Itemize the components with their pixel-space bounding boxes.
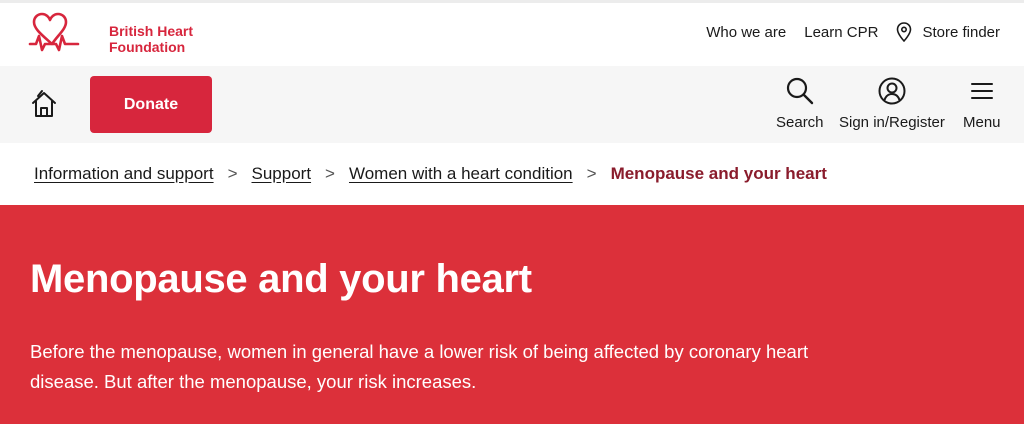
hero-banner: Menopause and your heart Before the meno… [0, 205, 1024, 424]
store-finder-label: Store finder [922, 23, 1000, 41]
breadcrumb-current: Menopause and your heart [610, 164, 827, 183]
breadcrumb-separator: > [227, 164, 238, 183]
hamburger-menu-icon [970, 83, 993, 99]
page-title: Menopause and your heart [30, 257, 532, 301]
menu-button[interactable]: Menu [963, 76, 1001, 131]
top-utility-bar: British Heart Foundation Who we are Lear… [0, 0, 1024, 64]
breadcrumb-support[interactable]: Support [252, 164, 312, 184]
home-button[interactable] [30, 89, 58, 119]
search-icon [786, 77, 813, 105]
breadcrumb-information-and-support[interactable]: Information and support [34, 164, 214, 184]
heart-logo-icon [28, 12, 80, 52]
brand-line-1: British Heart [109, 23, 194, 39]
brand-name: British Heart Foundation [109, 23, 193, 55]
search-label: Search [776, 114, 824, 131]
breadcrumb-separator: > [325, 164, 335, 183]
breadcrumb-separator: > [586, 164, 597, 183]
breadcrumb-women-with-heart-condition[interactable]: Women with a heart condition [349, 164, 573, 184]
sign-in-button[interactable]: Sign in/Register [839, 76, 945, 131]
menu-label: Menu [963, 114, 1001, 131]
user-icon [878, 77, 906, 105]
page-intro: Before the menopause, women in general h… [30, 341, 809, 392]
brand-line-2: Foundation [109, 39, 186, 55]
who-we-are-link[interactable]: Who we are [706, 24, 786, 41]
search-button[interactable]: Search [776, 76, 824, 131]
map-pin-icon [897, 22, 912, 42]
bhf-logo[interactable]: British Heart Foundation [28, 12, 193, 55]
breadcrumb: Information and support > Support > Wome… [0, 143, 1024, 205]
learn-cpr-link[interactable]: Learn CPR [804, 24, 878, 41]
utility-nav: Who we are Learn CPR Store finder [706, 22, 1000, 42]
donate-button[interactable]: Donate [90, 76, 212, 133]
main-navigation-bar: Donate Search Sign in/Register Menu [0, 66, 1024, 143]
store-finder-link[interactable]: Store finder [896, 22, 1000, 42]
home-icon [32, 90, 56, 117]
sign-in-label: Sign in/Register [839, 114, 945, 131]
